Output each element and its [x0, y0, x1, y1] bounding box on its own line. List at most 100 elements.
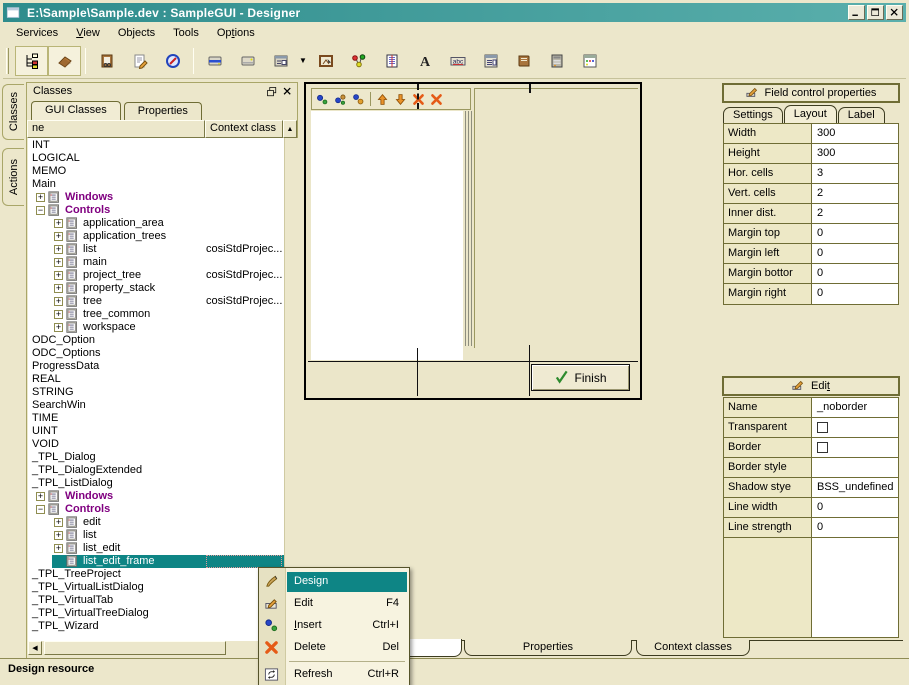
- form-grid-button[interactable]: [264, 46, 297, 76]
- tree-row-tpl-virtualtreedialog[interactable]: _TPL_VirtualTreeDialog: [28, 607, 284, 620]
- font-button[interactable]: A: [408, 46, 441, 76]
- property-value[interactable]: 0: [812, 498, 898, 518]
- tree-row-application-trees[interactable]: +application_trees: [28, 230, 284, 243]
- tree-row-project-tree[interactable]: +project_treecosiStdProjec...: [28, 269, 284, 282]
- expand-icon[interactable]: +: [54, 219, 63, 228]
- splitter-line[interactable]: [471, 111, 472, 346]
- tree-row-tpl-dialog[interactable]: _TPL_Dialog: [28, 451, 284, 464]
- expand-icon[interactable]: +: [54, 323, 63, 332]
- collapse-icon[interactable]: −: [36, 206, 45, 215]
- tree-row-time[interactable]: TIME: [28, 412, 284, 425]
- designed-panel[interactable]: [474, 88, 638, 348]
- ledger-button[interactable]: [375, 46, 408, 76]
- menu-item-edit[interactable]: EditF4: [259, 593, 409, 615]
- tree-row-list-edit[interactable]: +list_edit: [28, 542, 284, 555]
- property-value[interactable]: 0: [812, 224, 898, 244]
- tree-row-progressdata[interactable]: ProgressData: [28, 360, 284, 373]
- minimize-button[interactable]: [848, 5, 865, 20]
- close-panel-icon[interactable]: [280, 85, 294, 98]
- expand-icon[interactable]: +: [54, 310, 63, 319]
- tab-properties[interactable]: Properties: [124, 102, 202, 120]
- tree-row-workspace[interactable]: +workspace: [28, 321, 284, 334]
- down-arrow-button[interactable]: [392, 91, 409, 108]
- menu-item-objects[interactable]: Objects: [109, 25, 164, 41]
- checkbox-unchecked[interactable]: [817, 442, 828, 453]
- scrollbar-thumb[interactable]: [44, 641, 226, 655]
- drive-blue-button[interactable]: [198, 46, 231, 76]
- edit-section-button[interactable]: Edit: [723, 377, 899, 395]
- property-value[interactable]: [812, 438, 898, 458]
- tree-row-tpl-virtuallistdialog[interactable]: _TPL_VirtualListDialog: [28, 581, 284, 594]
- dock-tab-classes[interactable]: Classes: [2, 84, 24, 140]
- tree-row-windows[interactable]: +Windows: [28, 191, 284, 204]
- expand-icon[interactable]: +: [54, 297, 63, 306]
- window-grid-button[interactable]: [573, 46, 606, 76]
- tree-row-logical[interactable]: LOGICAL: [28, 152, 284, 165]
- menu-item-insert[interactable]: InsertCtrl+I: [259, 615, 409, 637]
- tree-row-tpl-listdialog[interactable]: _TPL_ListDialog: [28, 477, 284, 490]
- designed-list-control[interactable]: [311, 111, 463, 360]
- property-value[interactable]: 0: [812, 284, 898, 304]
- server-button[interactable]: [540, 46, 573, 76]
- expand-icon[interactable]: +: [54, 258, 63, 267]
- expand-icon[interactable]: +: [54, 531, 63, 540]
- tab-gui-classes[interactable]: GUI Classes: [31, 101, 121, 120]
- move-node-button[interactable]: [350, 91, 367, 108]
- tree-row-searchwin[interactable]: SearchWin: [28, 399, 284, 412]
- tree-row-tree[interactable]: +treecosiStdProjec...: [28, 295, 284, 308]
- expand-icon[interactable]: +: [36, 193, 45, 202]
- property-value[interactable]: 0: [812, 518, 898, 538]
- dock-tab-actions[interactable]: Actions: [2, 148, 24, 206]
- tree-row-main[interactable]: +main: [28, 256, 284, 269]
- dropdown-arrow-icon[interactable]: ▼: [297, 46, 309, 76]
- form-list-button[interactable]: [474, 46, 507, 76]
- column-name[interactable]: ne: [27, 120, 205, 138]
- compass-button[interactable]: [156, 46, 189, 76]
- splitter-line[interactable]: [465, 111, 466, 346]
- tree-row-uint[interactable]: UINT: [28, 425, 284, 438]
- insert-child-button[interactable]: [332, 91, 349, 108]
- property-value[interactable]: 0: [812, 244, 898, 264]
- tree-row-tree-common[interactable]: +tree_common: [28, 308, 284, 321]
- property-value[interactable]: 2: [812, 184, 898, 204]
- expand-icon[interactable]: +: [54, 284, 63, 293]
- menu-item-options[interactable]: Options: [208, 25, 264, 41]
- title-bar[interactable]: E:\Sample\Sample.dev : SampleGUI - Desig…: [3, 3, 906, 22]
- toolbar-grip[interactable]: [6, 48, 9, 74]
- tree-row-list-edit-frame[interactable]: +list_edit_frame: [28, 555, 284, 568]
- book-button[interactable]: [90, 46, 123, 76]
- maximize-button[interactable]: [867, 5, 884, 20]
- up-arrow-button[interactable]: [374, 91, 391, 108]
- column-context-class[interactable]: Context class: [205, 120, 283, 138]
- tab-label[interactable]: Label: [838, 107, 885, 123]
- menu-item-refresh[interactable]: RefreshCtrl+R: [259, 664, 409, 685]
- abc-button[interactable]: abc: [441, 46, 474, 76]
- expand-icon[interactable]: +: [54, 271, 63, 280]
- tree-row-tpl-dialogextended[interactable]: _TPL_DialogExtended: [28, 464, 284, 477]
- delete-all-button[interactable]: [428, 91, 445, 108]
- expand-icon[interactable]: +: [54, 232, 63, 241]
- tree-row-real[interactable]: REAL: [28, 373, 284, 386]
- float-panel-icon[interactable]: [265, 85, 279, 98]
- insert-node-button[interactable]: [314, 91, 331, 108]
- scroll-left-button[interactable]: ◀: [28, 641, 42, 655]
- bottom-tab-properties[interactable]: Properties: [464, 640, 632, 656]
- tree-row-odc-options[interactable]: ODC_Options: [28, 347, 284, 360]
- edit-document-button[interactable]: [123, 46, 156, 76]
- hierarchy-button[interactable]: [15, 46, 48, 76]
- tree-row-application-area[interactable]: +application_area: [28, 217, 284, 230]
- field-control-properties-button[interactable]: Field control properties: [723, 84, 899, 102]
- menu-item-services[interactable]: Services: [7, 25, 67, 41]
- menu-item-design[interactable]: Design: [259, 571, 409, 593]
- bottom-tab-context-classes[interactable]: Context classes: [636, 640, 750, 656]
- drive-yellow-button[interactable]: [231, 46, 264, 76]
- expand-icon[interactable]: +: [54, 544, 63, 553]
- vertical-scrollbar[interactable]: [284, 138, 298, 641]
- tree-row-controls[interactable]: −Controls: [28, 503, 284, 516]
- tree-row-list[interactable]: +list: [28, 529, 284, 542]
- tree-row-tpl-virtualtab[interactable]: _TPL_VirtualTab: [28, 594, 284, 607]
- tree-row-tpl-wizard[interactable]: _TPL_Wizard: [28, 620, 284, 633]
- property-value[interactable]: 300: [812, 144, 898, 164]
- tree-row-string[interactable]: STRING: [28, 386, 284, 399]
- tree-row-controls[interactable]: −Controls: [28, 204, 284, 217]
